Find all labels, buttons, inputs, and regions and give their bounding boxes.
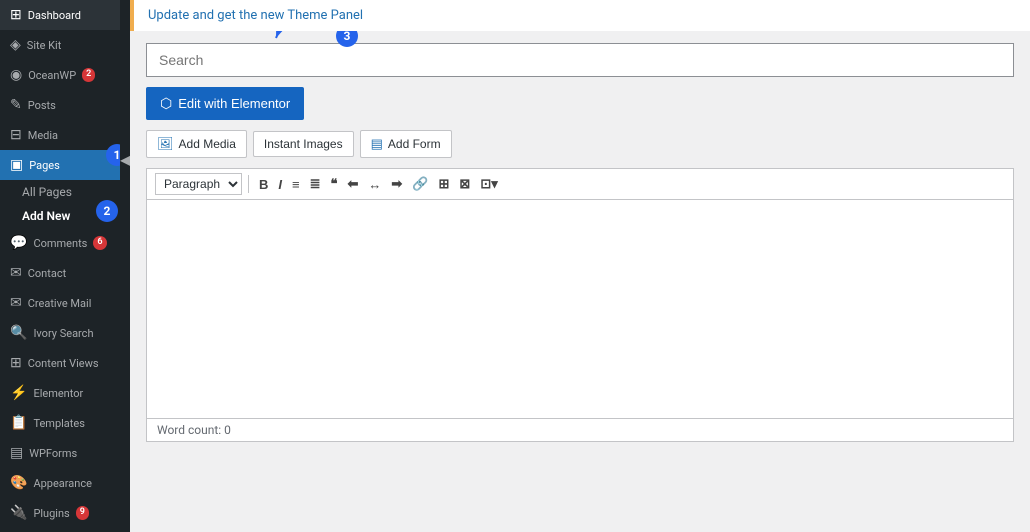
add-media-icon: 🖼 bbox=[157, 136, 174, 152]
posts-icon: ✎ bbox=[10, 97, 22, 113]
insert-table-button[interactable]: ⊞ bbox=[435, 174, 454, 194]
annotation-3-arrow bbox=[266, 31, 346, 43]
oceanwp-icon: ◉ bbox=[10, 67, 22, 83]
sidebar-item-label: WPForms bbox=[29, 447, 77, 460]
dashboard-icon: ⊞ bbox=[10, 7, 22, 23]
sidebar-item-plugins[interactable]: 🔌 Plugins 9 bbox=[0, 498, 120, 528]
site-kit-icon: ◈ bbox=[10, 37, 21, 53]
italic-button[interactable]: I bbox=[274, 175, 286, 194]
elementor-icon: ⚡ bbox=[10, 385, 27, 401]
add-media-label: Add Media bbox=[179, 137, 236, 151]
sidebar-item-contact[interactable]: ✉ Contact bbox=[0, 258, 120, 288]
edit-with-elementor-button[interactable]: ⬡ Edit with Elementor bbox=[146, 87, 304, 120]
instant-images-label: Instant Images bbox=[264, 137, 343, 151]
annotation-2: 2 bbox=[96, 200, 118, 222]
unordered-list-button[interactable]: ≡ bbox=[288, 175, 304, 194]
sidebar-item-label: Templates bbox=[33, 417, 84, 430]
media-icon: ⊟ bbox=[10, 127, 22, 143]
sidebar-item-label: Media bbox=[28, 129, 58, 142]
word-count-label: Word count: 0 bbox=[157, 423, 231, 437]
sidebar-item-oceanwp[interactable]: ◉ OceanWP 2 bbox=[0, 60, 120, 90]
theme-panel-link[interactable]: Update and get the new Theme Panel bbox=[148, 8, 363, 23]
sidebar-item-creative-mail[interactable]: ✉ Creative Mail bbox=[0, 288, 120, 318]
sidebar-item-label: Ivory Search bbox=[33, 327, 93, 340]
search-container: 3 bbox=[146, 43, 1014, 77]
sidebar-item-label: Plugins bbox=[33, 507, 69, 520]
sidebar-item-label: Posts bbox=[28, 99, 56, 112]
blockquote-button[interactable]: ❝ bbox=[327, 174, 342, 194]
add-form-label: Add Form bbox=[388, 137, 441, 151]
formatting-bar-container: Paragraph B I ≡ ≣ ❝ ⬅ ↔ ➡ 🔗 ⊞ ⊠ ⊡▾ Word bbox=[146, 168, 1014, 442]
sidebar-item-pages[interactable]: ▣ Pages 1 bbox=[0, 150, 120, 180]
sidebar-item-users[interactable]: 👤 Users bbox=[0, 528, 120, 532]
editor-toolbar-row: 🖼 Add Media Instant Images ▤ Add Form bbox=[146, 130, 1014, 158]
main-content: Update and get the new Theme Panel 3 ⬡ bbox=[130, 0, 1030, 532]
link-button[interactable]: 🔗 bbox=[408, 174, 432, 194]
comments-badge: 6 bbox=[93, 236, 106, 250]
paragraph-format-select[interactable]: Paragraph bbox=[155, 173, 242, 195]
content-views-icon: ⊞ bbox=[10, 355, 22, 371]
templates-icon: 📋 bbox=[10, 415, 27, 431]
more-options-button[interactable]: ⊡▾ bbox=[476, 174, 501, 194]
sidebar-item-appearance[interactable]: 🎨 Appearance bbox=[0, 468, 120, 498]
sidebar-item-label: OceanWP bbox=[28, 69, 76, 82]
sidebar-item-site-kit[interactable]: ◈ Site Kit bbox=[0, 30, 120, 60]
formatting-bar: Paragraph B I ≡ ≣ ❝ ⬅ ↔ ➡ 🔗 ⊞ ⊠ ⊡▾ bbox=[146, 168, 1014, 199]
sidebar-item-templates[interactable]: 📋 Templates bbox=[0, 408, 120, 438]
align-right-button[interactable]: ➡ bbox=[387, 174, 406, 194]
sidebar-item-label: Creative Mail bbox=[28, 297, 92, 310]
align-left-button[interactable]: ⬅ bbox=[344, 174, 363, 194]
contact-icon: ✉ bbox=[10, 265, 22, 281]
oceanwp-badge: 2 bbox=[82, 68, 95, 82]
sidebar-item-content-views[interactable]: ⊞ Content Views bbox=[0, 348, 120, 378]
sidebar-item-label: Contact bbox=[28, 267, 66, 280]
sidebar-sub-item-add-new[interactable]: Add New 2 bbox=[0, 204, 120, 228]
elementor-btn-container: ⬡ Edit with Elementor bbox=[146, 87, 1014, 120]
table-options-button[interactable]: ⊠ bbox=[455, 174, 474, 194]
annotation-1: 1 bbox=[106, 144, 120, 166]
sidebar: ⊞ Dashboard ◈ Site Kit ◉ OceanWP 2 ✎ Pos… bbox=[0, 0, 120, 532]
sidebar-collapse-btn[interactable]: ◀ bbox=[120, 0, 130, 532]
sidebar-item-label: Appearance bbox=[33, 477, 92, 490]
sidebar-item-label: Content Views bbox=[28, 357, 99, 370]
sidebar-item-label: Elementor bbox=[33, 387, 83, 400]
sidebar-item-posts[interactable]: ✎ Posts bbox=[0, 90, 120, 120]
sidebar-item-label: Site Kit bbox=[27, 39, 62, 52]
align-center-button[interactable]: ↔ bbox=[364, 175, 385, 194]
ivory-search-icon: 🔍 bbox=[10, 325, 27, 341]
sidebar-item-media[interactable]: ⊟ Media bbox=[0, 120, 120, 150]
search-input[interactable] bbox=[146, 43, 1014, 77]
pages-icon: ▣ bbox=[10, 157, 23, 173]
add-media-button[interactable]: 🖼 Add Media bbox=[146, 130, 247, 158]
plugins-icon: 🔌 bbox=[10, 505, 27, 521]
instant-images-button[interactable]: Instant Images bbox=[253, 131, 354, 157]
add-form-button[interactable]: ▤ Add Form bbox=[360, 130, 452, 158]
add-form-icon: ▤ bbox=[371, 136, 383, 152]
sidebar-item-elementor[interactable]: ⚡ Elementor bbox=[0, 378, 120, 408]
sidebar-item-dashboard[interactable]: ⊞ Dashboard bbox=[0, 0, 120, 30]
comments-icon: 💬 bbox=[10, 235, 27, 251]
bold-button[interactable]: B bbox=[255, 175, 272, 194]
creative-mail-icon: ✉ bbox=[10, 295, 22, 311]
word-count-bar: Word count: 0 bbox=[146, 419, 1014, 442]
format-separator-1 bbox=[248, 175, 249, 193]
sidebar-item-label: Pages bbox=[29, 159, 60, 172]
all-pages-label: All Pages bbox=[22, 185, 72, 199]
add-new-label: Add New bbox=[22, 209, 70, 223]
plugins-badge: 9 bbox=[76, 506, 89, 520]
sidebar-item-label: Dashboard bbox=[28, 9, 81, 22]
appearance-icon: 🎨 bbox=[10, 475, 27, 491]
elementor-btn-icon: ⬡ bbox=[160, 95, 172, 112]
sidebar-item-wpforms[interactable]: ▤ WPForms bbox=[0, 438, 120, 468]
elementor-btn-label: Edit with Elementor bbox=[178, 96, 290, 111]
page-editor-area: 3 ⬡ Edit with Elementor 🖼 Add M bbox=[130, 31, 1030, 532]
theme-panel-banner: Update and get the new Theme Panel bbox=[130, 0, 1030, 31]
sidebar-item-comments[interactable]: 💬 Comments 6 bbox=[0, 228, 120, 258]
wpforms-icon: ▤ bbox=[10, 445, 23, 461]
sidebar-item-label: Comments bbox=[33, 237, 87, 250]
text-editor[interactable] bbox=[146, 199, 1014, 419]
ordered-list-button[interactable]: ≣ bbox=[306, 174, 325, 194]
sidebar-item-ivory-search[interactable]: 🔍 Ivory Search bbox=[0, 318, 120, 348]
